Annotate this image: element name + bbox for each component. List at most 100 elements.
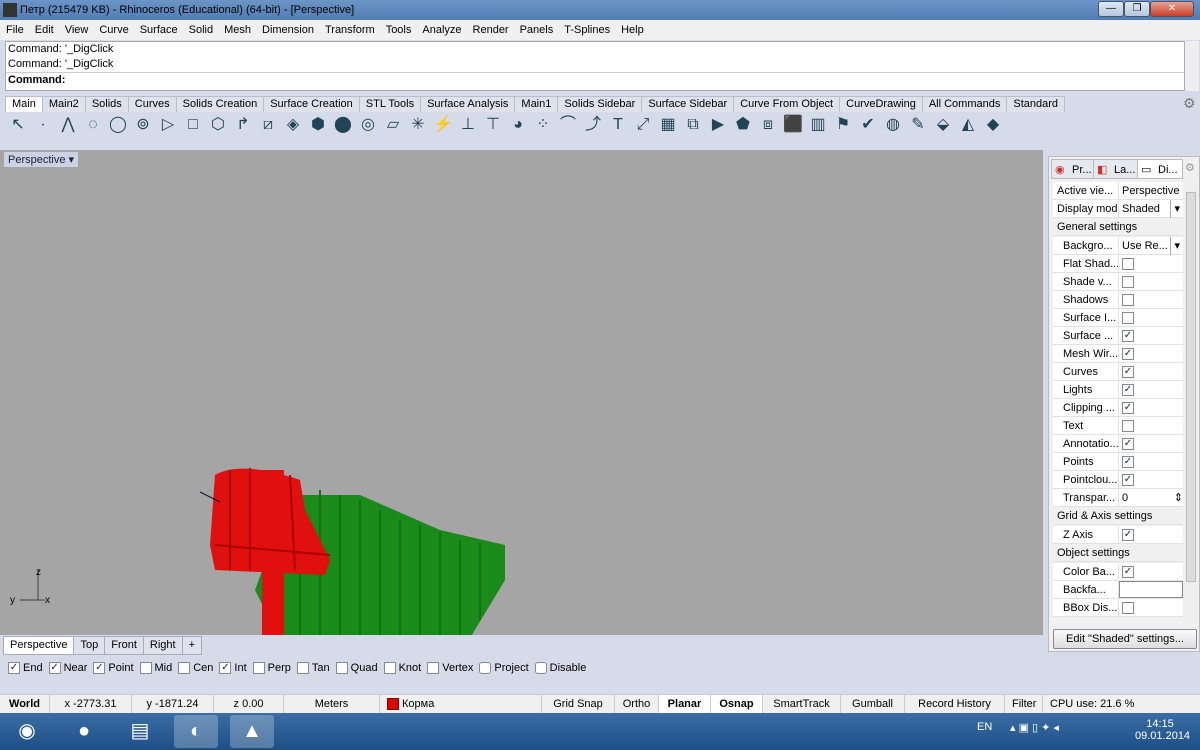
toolbar-tab[interactable]: Main — [5, 96, 43, 112]
toolbar-tab[interactable]: Curve From Object — [733, 96, 841, 112]
light-icon[interactable]: ◆ — [983, 114, 1003, 136]
setting-value[interactable] — [1119, 309, 1183, 326]
mirror-icon[interactable]: ⧉ — [683, 114, 703, 136]
grid-snap-toggle[interactable]: Grid Snap — [542, 695, 615, 713]
osnap-mid[interactable]: Mid — [139, 662, 172, 675]
osnap-knot[interactable]: Knot — [383, 662, 421, 675]
status-units[interactable]: Meters — [284, 695, 380, 713]
surface-icon[interactable]: ⧄ — [258, 114, 278, 136]
menu-analyze[interactable]: Analyze — [422, 24, 461, 36]
status-world[interactable]: World — [0, 695, 50, 713]
start-button-icon[interactable]: ◉ — [5, 715, 49, 748]
status-layer[interactable]: Корма — [380, 695, 542, 713]
language-indicator[interactable]: EN — [977, 721, 992, 733]
checkbox[interactable] — [139, 662, 152, 675]
checkbox[interactable] — [534, 662, 547, 675]
toolbar-tab[interactable]: Standard — [1006, 96, 1066, 112]
command-scrollbar[interactable] — [1185, 41, 1199, 91]
toolbar-tab[interactable]: Solids Creation — [175, 96, 265, 112]
checkbox[interactable] — [178, 662, 191, 675]
polyline-icon[interactable]: ⋀ — [58, 114, 78, 136]
checkbox[interactable]: ✓ — [1122, 402, 1134, 415]
menu-transform[interactable]: Transform — [325, 24, 375, 36]
gear-icon[interactable]: ⚙ — [1183, 95, 1196, 112]
split-icon[interactable]: ⊤ — [483, 114, 503, 136]
viewport-tab[interactable]: Top — [73, 636, 106, 655]
display-icon[interactable]: ✎ — [908, 114, 928, 136]
checkbox[interactable]: ✓ — [8, 662, 20, 675]
osnap-tan[interactable]: Tan — [296, 662, 330, 675]
chevron-down-icon[interactable]: ▾ — [1170, 237, 1183, 255]
checkbox[interactable] — [1122, 312, 1134, 325]
menu-help[interactable]: Help — [621, 24, 644, 36]
menu-dimension[interactable]: Dimension — [262, 24, 314, 36]
checkbox[interactable]: ✓ — [1122, 456, 1134, 469]
checkbox[interactable]: ✓ — [1122, 529, 1134, 542]
checkbox[interactable]: ✓ — [93, 662, 106, 675]
rotate-icon[interactable]: ⌒ — [558, 114, 578, 136]
ortho-toggle[interactable]: Ortho — [615, 695, 659, 713]
render-icon[interactable]: ⬛ — [783, 114, 803, 136]
perspective-viewport[interactable]: z y x — [0, 150, 1043, 678]
menu-edit[interactable]: Edit — [35, 24, 54, 36]
osnap-perp[interactable]: Perp — [252, 662, 291, 675]
checkbox[interactable] — [427, 662, 440, 675]
paint-icon[interactable]: ✔ — [858, 114, 878, 136]
move-icon[interactable]: ⤴ — [583, 114, 603, 136]
extrude-icon[interactable]: ◈ — [283, 114, 303, 136]
close-button[interactable]: ✕ — [1150, 1, 1194, 17]
edit-shaded-settings-button[interactable]: Edit "Shaded" settings... — [1053, 629, 1197, 649]
toolbar-tab[interactable]: Curves — [127, 96, 177, 112]
setting-value[interactable] — [1119, 581, 1183, 598]
osnap-quad[interactable]: Quad — [335, 662, 378, 675]
scale-icon[interactable]: ⤢ — [633, 114, 653, 136]
media-app-icon[interactable]: ◐ — [174, 715, 218, 748]
menu-file[interactable]: File — [6, 24, 24, 36]
record-history-toggle[interactable]: Record History — [905, 695, 1005, 713]
checkbox[interactable] — [1122, 602, 1134, 615]
polygon-icon[interactable]: ⬡ — [208, 114, 228, 136]
chrome-icon[interactable]: ● — [62, 715, 106, 748]
setting-value[interactable]: Use Re... ▾ — [1119, 237, 1183, 255]
menu-tools[interactable]: Tools — [386, 24, 412, 36]
sphere-icon[interactable]: ⬤ — [333, 114, 353, 136]
toolbar-tab[interactable]: All Commands — [921, 96, 1008, 112]
text-icon[interactable]: T — [608, 114, 628, 136]
boolean-icon[interactable]: ⚡ — [433, 114, 453, 136]
viewport-tab[interactable]: + — [181, 636, 203, 655]
checkbox[interactable] — [479, 662, 492, 675]
layer-icon[interactable]: ⁘ — [533, 114, 553, 136]
checkbox[interactable] — [296, 662, 309, 675]
viewport-tab[interactable]: Front — [104, 636, 144, 655]
checkbox[interactable]: ✓ — [1122, 348, 1134, 361]
fillet-icon[interactable]: ↱ — [233, 114, 253, 136]
arc-icon[interactable]: ▷ — [158, 114, 178, 136]
viewport-tab[interactable]: Perspective — [3, 636, 75, 655]
checkbox[interactable] — [252, 662, 265, 675]
display-tab[interactable]: ▭ Di... — [1137, 159, 1183, 179]
check-icon[interactable]: ⧈ — [758, 114, 778, 136]
setting-value[interactable] — [1119, 273, 1183, 290]
lock-icon[interactable]: ◍ — [883, 114, 903, 136]
setting-value[interactable]: ✓ — [1119, 471, 1183, 488]
checkbox[interactable] — [1122, 294, 1134, 307]
history-icon[interactable]: ▥ — [808, 114, 828, 136]
toolbar-tab[interactable]: Surface Sidebar — [641, 96, 735, 112]
menu-surface[interactable]: Surface — [140, 24, 178, 36]
join-icon[interactable]: ▶ — [708, 114, 728, 136]
panel-scrollbar[interactable] — [1185, 182, 1197, 624]
checkbox[interactable]: ✓ — [1122, 438, 1134, 451]
checkbox[interactable]: ✓ — [1122, 384, 1134, 397]
toolbar-tab[interactable]: CurveDrawing — [839, 96, 923, 112]
cylinder-icon[interactable]: ◎ — [358, 114, 378, 136]
osnap-project[interactable]: Project — [479, 662, 529, 675]
checkbox[interactable] — [1122, 420, 1134, 433]
setting-value[interactable] — [1119, 599, 1183, 616]
setting-value[interactable]: ✓ — [1119, 526, 1183, 543]
explode-icon[interactable]: ✳ — [408, 114, 428, 136]
toolbar-tab[interactable]: Main2 — [41, 96, 86, 112]
osnap-int[interactable]: ✓ Int — [219, 662, 247, 675]
smarttrack-toggle[interactable]: SmartTrack — [763, 695, 841, 713]
minimize-button[interactable]: — — [1098, 1, 1124, 17]
curve-icon[interactable]: ◌ — [83, 114, 103, 136]
